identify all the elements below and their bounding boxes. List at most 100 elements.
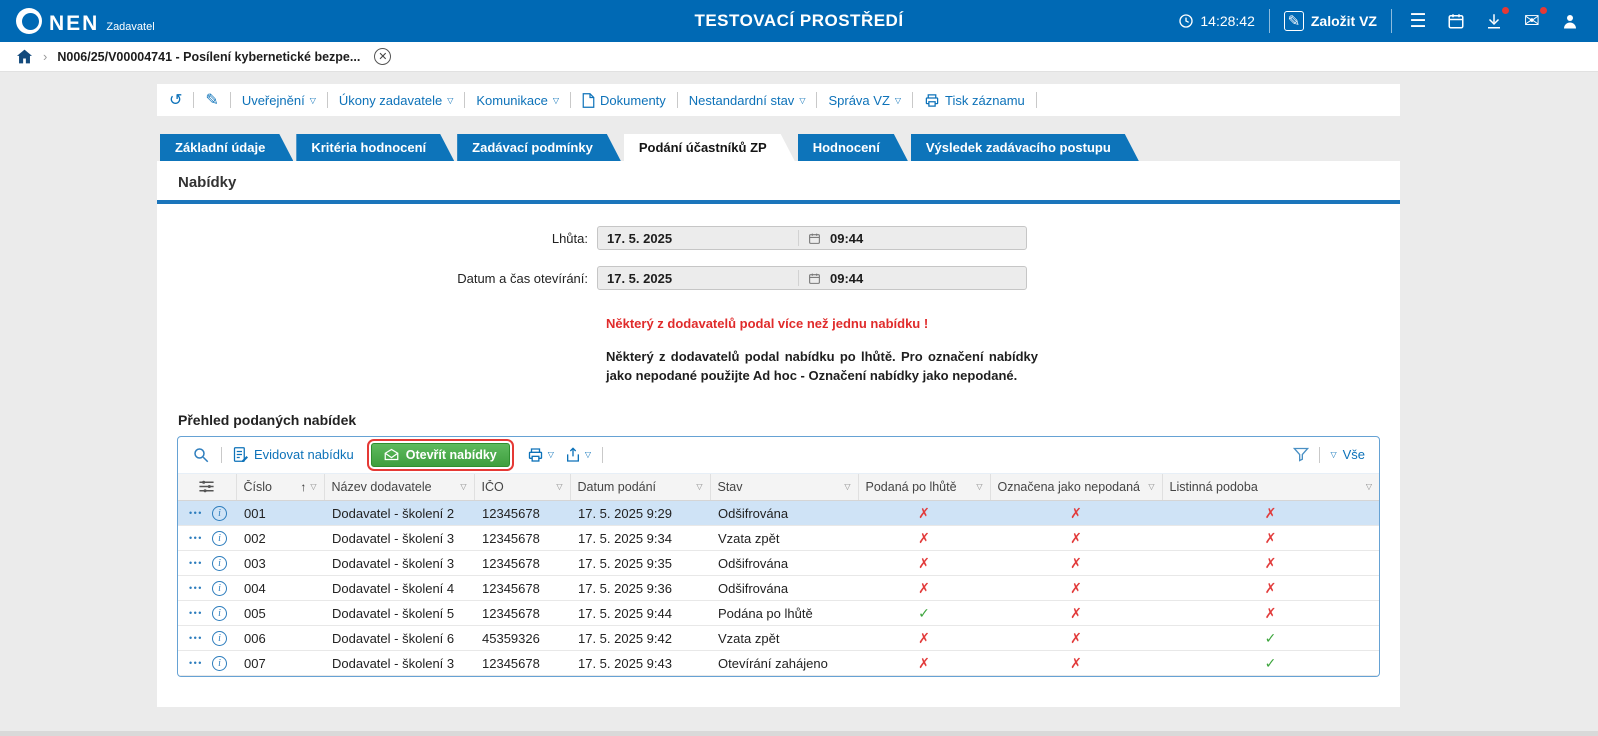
- row-info-icon[interactable]: i: [212, 556, 227, 571]
- column-header-podana-po-lhute[interactable]: Podaná po lhůtě▽: [858, 474, 990, 501]
- section-divider: [157, 200, 1400, 204]
- column-header-oznacena-jako-nepodana[interactable]: Označena jako nepodaná▽: [990, 474, 1162, 501]
- filter-caret-icon[interactable]: ▽: [844, 482, 850, 491]
- deadline-time-input[interactable]: 09:44: [828, 231, 863, 246]
- search-supplier-icon[interactable]: [192, 446, 210, 464]
- menu-ukony-zadavatele[interactable]: Úkony zadavatele ▽: [339, 93, 454, 108]
- deadline-field[interactable]: 17. 5. 2025 09:44: [597, 226, 1027, 250]
- column-chooser-icon[interactable]: [198, 480, 215, 493]
- tab-kriteria-hodnoceni[interactable]: Kritéria hodnocení: [296, 134, 454, 161]
- user-icon[interactable]: [1558, 9, 1582, 33]
- table-row[interactable]: •••i006Dodavatel - školení 64535932617. …: [178, 626, 1379, 651]
- menu-sprava-vz[interactable]: Správa VZ ▽: [828, 93, 901, 108]
- opening-date-input[interactable]: 17. 5. 2025: [598, 271, 798, 286]
- downloads-icon[interactable]: [1482, 9, 1506, 33]
- column-label: Stav: [718, 480, 743, 494]
- warning-message: Některý z dodavatelů podal více než jedn…: [606, 316, 1400, 331]
- menu-label: Nestandardní stav: [689, 93, 795, 108]
- row-info-icon[interactable]: i: [212, 506, 227, 521]
- row-info-icon[interactable]: i: [212, 531, 227, 546]
- table-row[interactable]: •••i002Dodavatel - školení 31234567817. …: [178, 526, 1379, 551]
- cell-cislo: 001: [236, 501, 324, 526]
- row-actions-icon[interactable]: •••: [189, 533, 203, 543]
- column-header-ico[interactable]: IČO▽: [474, 474, 570, 501]
- column-header-stav[interactable]: Stav ▽: [710, 474, 858, 501]
- row-actions-icon[interactable]: •••: [189, 583, 203, 593]
- brand[interactable]: NEN Zadavatel: [16, 8, 155, 34]
- table-row[interactable]: •••i003Dodavatel - školení 31234567817. …: [178, 551, 1379, 576]
- open-offers-button[interactable]: Otevřít nabídky: [371, 443, 510, 467]
- menu-dokumenty[interactable]: Dokumenty: [582, 93, 666, 108]
- tab-hodnoceni[interactable]: Hodnocení: [798, 134, 908, 161]
- menu-label: Uveřejnění: [242, 93, 305, 108]
- filter-caret-icon[interactable]: ▽: [1148, 482, 1154, 491]
- column-header-nazev-dodavatele[interactable]: Název dodavatele▽: [324, 474, 474, 501]
- cell-listinna-podoba: ✓: [1162, 626, 1379, 651]
- filter-funnel-icon[interactable]: [1293, 447, 1309, 462]
- messages-icon[interactable]: ✉: [1520, 9, 1544, 33]
- calendar-icon[interactable]: [798, 230, 828, 246]
- cross-icon: ✗: [1070, 605, 1082, 621]
- row-actions-icon[interactable]: •••: [189, 608, 203, 618]
- menu-tisk-zaznamu[interactable]: Tisk záznamu: [924, 93, 1025, 108]
- export-button[interactable]: ▽: [565, 447, 591, 463]
- row-info-icon[interactable]: i: [212, 581, 227, 596]
- table-row[interactable]: •••i005Dodavatel - školení 51234567817. …: [178, 601, 1379, 626]
- menu-komunikace[interactable]: Komunikace ▽: [476, 93, 559, 108]
- filter-caret-icon[interactable]: ▽: [1366, 482, 1372, 491]
- calendar-icon[interactable]: [798, 270, 828, 286]
- sort-ascending-icon[interactable]: ↑: [300, 480, 306, 494]
- cell-oznacena-jako-nepodana: ✗: [990, 651, 1162, 676]
- cell-podana-po-lhute: ✗: [858, 551, 990, 576]
- opening-time-input[interactable]: 09:44: [828, 271, 863, 286]
- filter-caret-icon[interactable]: ▽: [556, 482, 562, 491]
- tabs: Základní údaje Kritéria hodnocení Zadáva…: [157, 134, 1598, 161]
- tab-vysledek-zadavaciho-postupu[interactable]: Výsledek zadávacího postupu: [911, 134, 1139, 161]
- column-header-cislo[interactable]: Číslo ↑ ▽: [236, 474, 324, 501]
- filter-caret-icon[interactable]: ▽: [976, 482, 982, 491]
- calendar-icon[interactable]: [1444, 9, 1468, 33]
- home-icon[interactable]: [16, 49, 33, 64]
- table-row[interactable]: •••i004Dodavatel - školení 41234567817. …: [178, 576, 1379, 601]
- divider: [912, 92, 913, 108]
- opening-field[interactable]: 17. 5. 2025 09:44: [597, 266, 1027, 290]
- cell-datum-podani: 17. 5. 2025 9:44: [570, 601, 710, 626]
- row-actions-icon[interactable]: •••: [189, 633, 203, 643]
- deadline-date-input[interactable]: 17. 5. 2025: [598, 231, 798, 246]
- offers-table-body: •••i001Dodavatel - školení 21234567817. …: [178, 501, 1379, 676]
- register-offer-button[interactable]: Evidovat nabídku: [233, 447, 354, 462]
- divider: [1391, 9, 1392, 33]
- edit-icon[interactable]: ✎: [205, 90, 218, 110]
- row-actions-icon[interactable]: •••: [189, 508, 203, 518]
- filter-caret-icon[interactable]: ▽: [696, 482, 702, 491]
- tab-zadavaci-podminky[interactable]: Zadávací podmínky: [457, 134, 621, 161]
- filter-caret-icon[interactable]: ▽: [310, 482, 316, 491]
- chevron-down-icon: ▽: [447, 96, 453, 105]
- row-actions-icon[interactable]: •••: [189, 558, 203, 568]
- table-row[interactable]: •••i007Dodavatel - školení 31234567817. …: [178, 651, 1379, 676]
- tab-zakladni-udaje[interactable]: Základní údaje: [160, 134, 293, 161]
- column-header-datum-podani[interactable]: Datum podání▽: [570, 474, 710, 501]
- history-icon[interactable]: ↺: [169, 90, 182, 110]
- print-table-button[interactable]: ▽: [527, 447, 554, 463]
- create-vz-button[interactable]: ✎ Založit VZ: [1284, 11, 1377, 31]
- divider: [1319, 447, 1320, 463]
- row-actions-icon[interactable]: •••: [189, 658, 203, 668]
- tab-podani-ucastniku-zp[interactable]: Podání účastníků ZP: [624, 134, 795, 161]
- table-row[interactable]: •••i001Dodavatel - školení 21234567817. …: [178, 501, 1379, 526]
- cross-icon: ✗: [1265, 530, 1277, 546]
- row-info-icon[interactable]: i: [212, 656, 227, 671]
- filter-caret-icon[interactable]: ▽: [460, 482, 466, 491]
- column-header-listinna-podoba[interactable]: Listinná podoba▽: [1162, 474, 1379, 501]
- menu-nestandardni-stav[interactable]: Nestandardní stav ▽: [689, 93, 806, 108]
- chevron-down-icon: ▽: [585, 450, 591, 459]
- menu-uverejneni[interactable]: Uveřejnění ▽: [242, 93, 316, 108]
- breadcrumb-item[interactable]: N006/25/V00004741 - Posílení kybernetick…: [57, 50, 360, 64]
- filter-all-dropdown[interactable]: ▽ Vše: [1330, 447, 1365, 462]
- close-icon[interactable]: ✕: [374, 48, 391, 65]
- column-chooser-header[interactable]: [178, 474, 236, 501]
- menu-icon[interactable]: ☰: [1406, 9, 1430, 33]
- cross-icon: ✗: [1070, 555, 1082, 571]
- row-info-icon[interactable]: i: [212, 631, 227, 646]
- row-info-icon[interactable]: i: [212, 606, 227, 621]
